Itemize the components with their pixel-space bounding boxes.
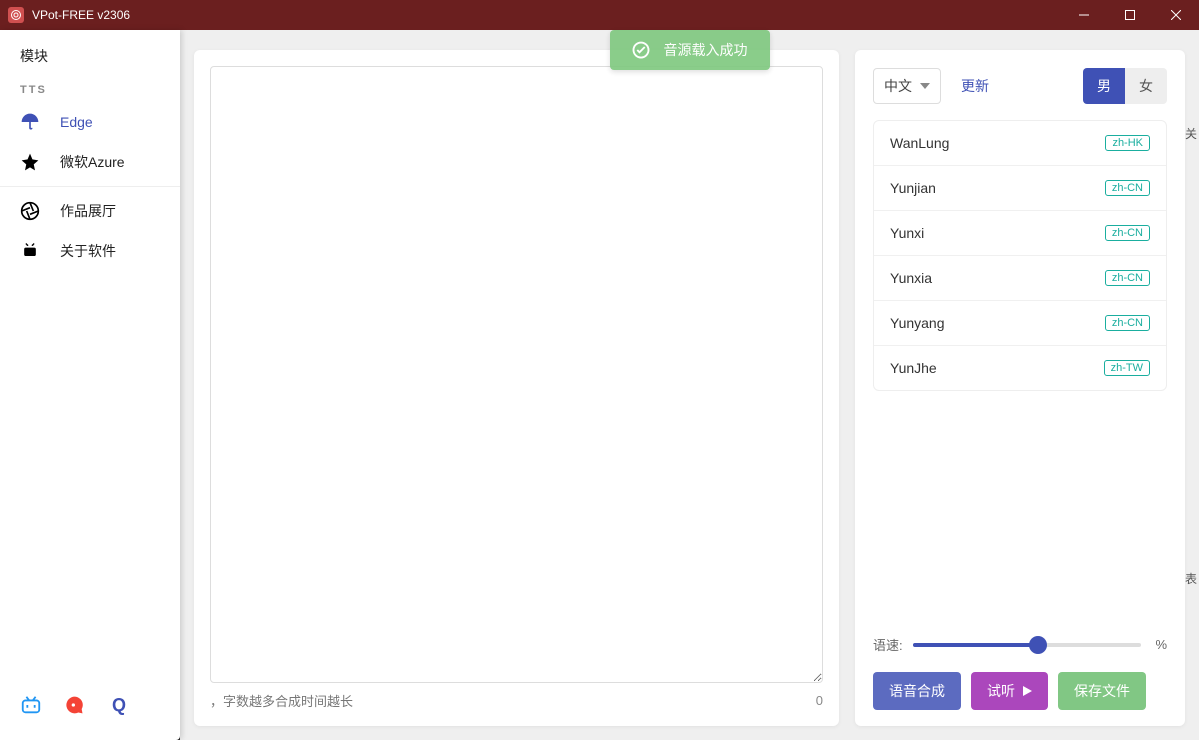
language-select[interactable]: 中文 xyxy=(873,68,941,104)
close-button[interactable] xyxy=(1153,0,1199,30)
save-file-button[interactable]: 保存文件 xyxy=(1058,672,1146,710)
toast-text: 音源载入成功 xyxy=(664,40,748,60)
sidebar-item-label: Edge xyxy=(60,114,93,130)
sidebar-item-azure[interactable]: 微软Azure xyxy=(0,142,180,182)
q-icon[interactable]: Q xyxy=(108,694,130,716)
chat-bubble-icon[interactable] xyxy=(64,694,86,716)
voice-row[interactable]: WanLung zh-HK xyxy=(874,121,1166,166)
titlebar: VPot-FREE v2306 xyxy=(0,0,1199,30)
minimize-button[interactable] xyxy=(1061,0,1107,30)
voice-name: Yunxi xyxy=(890,225,924,241)
voice-row[interactable]: Yunyang zh-CN xyxy=(874,301,1166,346)
voice-panel: 中文 更新 男 女 WanLung zh-HK xyxy=(855,50,1185,726)
sidebar-item-gallery[interactable]: 作品展厅 xyxy=(0,191,180,231)
check-icon xyxy=(632,41,650,59)
speed-label: 语速: xyxy=(873,635,903,654)
voice-tag: zh-CN xyxy=(1105,180,1150,196)
voice-row[interactable]: Yunxi zh-CN xyxy=(874,211,1166,256)
sidebar-item-about[interactable]: 关于软件 xyxy=(0,231,180,271)
sidebar-section-title: 模块 xyxy=(0,30,180,76)
bilibili-icon[interactable] xyxy=(20,694,42,716)
voice-tag: zh-CN xyxy=(1105,270,1150,286)
sidebar-item-label: 关于软件 xyxy=(60,241,116,261)
window-title: VPot-FREE v2306 xyxy=(32,8,130,22)
success-toast: 音源载入成功 xyxy=(610,30,770,70)
umbrella-icon xyxy=(20,112,40,132)
star-icon xyxy=(20,152,40,172)
speed-slider[interactable] xyxy=(913,643,1141,647)
voice-name: YunJhe xyxy=(890,360,937,376)
voice-tag: zh-CN xyxy=(1105,315,1150,331)
voice-tag: zh-CN xyxy=(1105,225,1150,241)
voice-row[interactable]: Yunjian zh-CN xyxy=(874,166,1166,211)
synthesize-button[interactable]: 语音合成 xyxy=(873,672,961,710)
btn-label: 试听 xyxy=(987,681,1015,701)
text-input[interactable] xyxy=(210,66,823,683)
aperture-icon xyxy=(20,201,40,221)
voice-row[interactable]: YunJhe zh-TW xyxy=(874,346,1166,390)
voice-name: WanLung xyxy=(890,135,949,151)
sidebar-subhead-tts: TTS xyxy=(0,76,180,102)
char-count: 0 xyxy=(816,693,823,708)
chevron-down-icon xyxy=(920,83,930,89)
play-icon xyxy=(1023,686,1032,696)
voice-list: WanLung zh-HK Yunjian zh-CN Yunxi zh-CN … xyxy=(873,120,1167,391)
gender-male-button[interactable]: 男 xyxy=(1083,68,1125,104)
sidebar-item-label: 作品展厅 xyxy=(60,201,116,221)
slider-thumb[interactable] xyxy=(1029,636,1047,654)
voice-name: Yunyang xyxy=(890,315,945,331)
android-icon xyxy=(20,241,40,261)
language-select-value: 中文 xyxy=(884,76,912,96)
gender-female-button[interactable]: 女 xyxy=(1125,68,1167,104)
btn-label: 语音合成 xyxy=(889,681,945,701)
update-link[interactable]: 更新 xyxy=(961,76,989,96)
app-icon xyxy=(8,7,24,23)
sidebar-item-label: 微软Azure xyxy=(60,152,125,172)
voice-tag: zh-HK xyxy=(1105,135,1150,151)
sidebar: 模块 TTS Edge 微软Azure 作品展厅 xyxy=(0,30,180,740)
maximize-button[interactable] xyxy=(1107,0,1153,30)
btn-label: 保存文件 xyxy=(1074,681,1130,701)
voice-row[interactable]: Yunxia zh-CN xyxy=(874,256,1166,301)
voice-name: Yunxia xyxy=(890,270,932,286)
preview-button[interactable]: 试听 xyxy=(971,672,1048,710)
sidebar-item-edge[interactable]: Edge xyxy=(0,102,180,142)
speed-unit: % xyxy=(1151,637,1167,652)
voice-name: Yunjian xyxy=(890,180,936,196)
editor-hint: ，字数越多合成时间越长 xyxy=(210,691,816,710)
editor-card: ，字数越多合成时间越长 0 xyxy=(194,50,839,726)
voice-tag: zh-TW xyxy=(1104,360,1150,376)
q-letter: Q xyxy=(112,695,126,716)
gender-toggle: 男 女 xyxy=(1083,68,1167,104)
